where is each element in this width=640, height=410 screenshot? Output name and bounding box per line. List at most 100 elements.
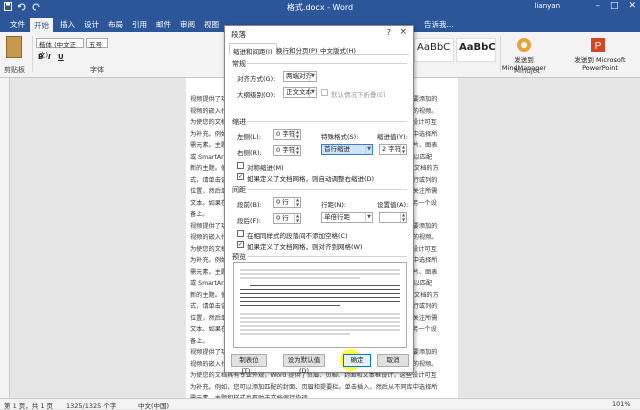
- spinner-icon[interactable]: ▲ ▼: [294, 213, 300, 223]
- spinner-icon[interactable]: ▲ ▼: [294, 129, 300, 139]
- tab-file[interactable]: 文件: [6, 17, 29, 32]
- chevron-down-icon: ▼: [309, 72, 316, 81]
- tab-view[interactable]: 视图: [200, 17, 223, 32]
- dialog-tabs: 缩进和间距(I) 换行和分页(P) 中文版式(H): [229, 43, 409, 56]
- indent-right-label: 右侧(R):: [237, 149, 262, 157]
- spacing-before-value: 0 行: [276, 198, 289, 206]
- alignment-select[interactable]: 两端对齐 ▼: [283, 71, 317, 82]
- font-size-select[interactable]: 五号: [86, 38, 108, 49]
- special-indent-label: 特殊格式(S):: [321, 133, 359, 141]
- tab-home[interactable]: 开始: [30, 18, 53, 32]
- paste-button[interactable]: [6, 36, 22, 58]
- line-spacing-at-input[interactable]: ▲ ▼: [379, 212, 407, 223]
- general-section-heading: 常规: [232, 60, 246, 68]
- indent-left-input[interactable]: 0 字符 ▲ ▼: [273, 129, 301, 140]
- window-controls: – □ ✕: [595, 1, 636, 11]
- tab-design[interactable]: 设计: [80, 17, 103, 32]
- chevron-down-icon: ▼: [309, 88, 316, 97]
- spacing-after-input[interactable]: 0 行 ▲ ▼: [273, 213, 301, 224]
- mindjet-group-label: Mindjet: [514, 67, 540, 75]
- document-line[interactable]: 为补充。例如，您可以添加匹配的封面、页眉和提要栏。单击插入，然后从不同库中选择所: [190, 382, 454, 394]
- ok-button[interactable]: 确定: [343, 354, 371, 367]
- font-name-select[interactable]: 楷体 (中文正文): [36, 38, 84, 59]
- indent-right-value: 0 字符: [276, 146, 296, 154]
- section-divider: [247, 121, 407, 122]
- group-separator: [32, 36, 33, 72]
- special-indent-value: 首行缩进: [324, 145, 350, 153]
- snap-to-grid-checkbox[interactable]: ✓: [237, 241, 244, 248]
- no-space-same-style-label: 在相同样式的段落间不添加空格(C): [247, 232, 348, 240]
- svg-text:P: P: [595, 41, 602, 52]
- preview-section-heading: 预览: [232, 253, 246, 261]
- style-preview-1[interactable]: AaBbC: [414, 38, 454, 62]
- section-divider: [247, 63, 407, 64]
- mirror-indents-label: 对称缩进(M): [247, 164, 284, 172]
- status-bar: 第 1 页，共 1 页 1325/1325 个字 中文(中国) 101%: [0, 398, 640, 410]
- cancel-button[interactable]: 取消: [377, 354, 409, 367]
- outline-level-label: 大纲级别(O):: [237, 91, 276, 99]
- mindmanager-icon[interactable]: [516, 37, 532, 53]
- tab-layout[interactable]: 布局: [104, 17, 127, 32]
- indent-left-value: 0 字符: [276, 130, 296, 138]
- line-spacing-label: 行距(N):: [321, 201, 347, 209]
- paragraph-preview: [233, 262, 407, 348]
- powerpoint-icon[interactable]: P: [590, 37, 606, 53]
- tab-insert[interactable]: 插入: [56, 17, 79, 32]
- close-icon[interactable]: ✕: [628, 1, 636, 11]
- set-default-button[interactable]: 设为默认值(D): [283, 354, 325, 375]
- paragraph-dialog: 段落 ? × 缩进和间距(I) 换行和分页(P) 中文版式(H) 常规 对齐方式…: [224, 25, 414, 375]
- indent-left-label: 左侧(L):: [237, 133, 261, 141]
- auto-adjust-label: 如果定义了文档网格，则自动调整右缩进(D): [247, 175, 375, 183]
- tab-indents-spacing[interactable]: 缩进和间距(I): [229, 43, 277, 56]
- spinner-icon[interactable]: ▲ ▼: [294, 145, 300, 155]
- tab-references[interactable]: 引用: [128, 17, 151, 32]
- bold-button[interactable]: B: [38, 53, 46, 62]
- outline-level-select[interactable]: 正文文本 ▼: [283, 87, 317, 98]
- vertical-ruler: [0, 78, 10, 398]
- tab-line-page-breaks[interactable]: 换行和分页(P): [273, 43, 321, 55]
- chevron-down-icon: ▼: [365, 145, 372, 154]
- spacing-after-value: 0 行: [276, 214, 289, 222]
- spinner-icon[interactable]: ▲ ▼: [400, 144, 406, 154]
- zoom-level[interactable]: 101%: [612, 400, 631, 408]
- send-to-powerpoint-button[interactable]: 发送到 Microsoft PowerPoint: [570, 54, 630, 72]
- spacing-before-input[interactable]: 0 行 ▲ ▼: [273, 197, 301, 208]
- spacing-before-label: 段前(B):: [237, 201, 262, 209]
- tell-me-search[interactable]: 告诉我...: [420, 17, 458, 32]
- style-preview-2[interactable]: AaBbC: [456, 38, 496, 62]
- italic-button[interactable]: I: [48, 53, 56, 62]
- line-spacing-at-label: 设置值(A):: [377, 201, 409, 209]
- minimize-icon[interactable]: –: [595, 1, 600, 11]
- maximize-icon[interactable]: □: [610, 1, 619, 11]
- font-group-label: 字体: [90, 66, 104, 74]
- underline-button[interactable]: U: [58, 53, 66, 62]
- close-icon[interactable]: ×: [399, 27, 407, 37]
- tab-asian-typography[interactable]: 中文版式(H): [317, 43, 359, 55]
- spinner-icon[interactable]: ▲ ▼: [294, 197, 300, 207]
- section-divider: [247, 189, 407, 190]
- help-icon[interactable]: ?: [387, 28, 391, 37]
- collapsed-checkbox[interactable]: [321, 89, 328, 96]
- tab-mailings[interactable]: 邮件: [152, 17, 175, 32]
- collapsed-label: 默认情况下折叠(E): [331, 91, 386, 99]
- spacing-after-label: 段后(F):: [237, 217, 262, 225]
- indent-by-label: 缩进值(Y):: [377, 133, 408, 141]
- user-name[interactable]: lianyan: [535, 2, 560, 10]
- no-space-same-style-checkbox[interactable]: [237, 230, 244, 237]
- indent-right-input[interactable]: 0 字符 ▲ ▼: [273, 145, 301, 156]
- indent-by-input[interactable]: 2 字符 ▲ ▼: [379, 144, 407, 155]
- chevron-down-icon: ▼: [365, 213, 372, 222]
- tabs-button[interactable]: 制表位(T)...: [231, 354, 267, 375]
- line-spacing-value: 单倍行距: [324, 213, 350, 221]
- spinner-icon[interactable]: ▲ ▼: [400, 212, 406, 222]
- tab-review[interactable]: 审阅: [176, 17, 199, 32]
- mirror-indents-checkbox[interactable]: [237, 162, 244, 169]
- clipboard-group-label: 剪贴板: [4, 66, 25, 74]
- line-spacing-select[interactable]: 单倍行距 ▼: [321, 212, 373, 223]
- special-indent-select[interactable]: 首行缩进 ▼: [321, 144, 373, 155]
- snap-to-grid-label: 如果定义了文档网格，则对齐到网格(W): [247, 243, 363, 251]
- section-divider: [247, 256, 407, 257]
- auto-adjust-checkbox[interactable]: ✓: [237, 173, 244, 180]
- dialog-title: 段落: [231, 30, 246, 39]
- spacing-section-heading: 间距: [232, 186, 246, 194]
